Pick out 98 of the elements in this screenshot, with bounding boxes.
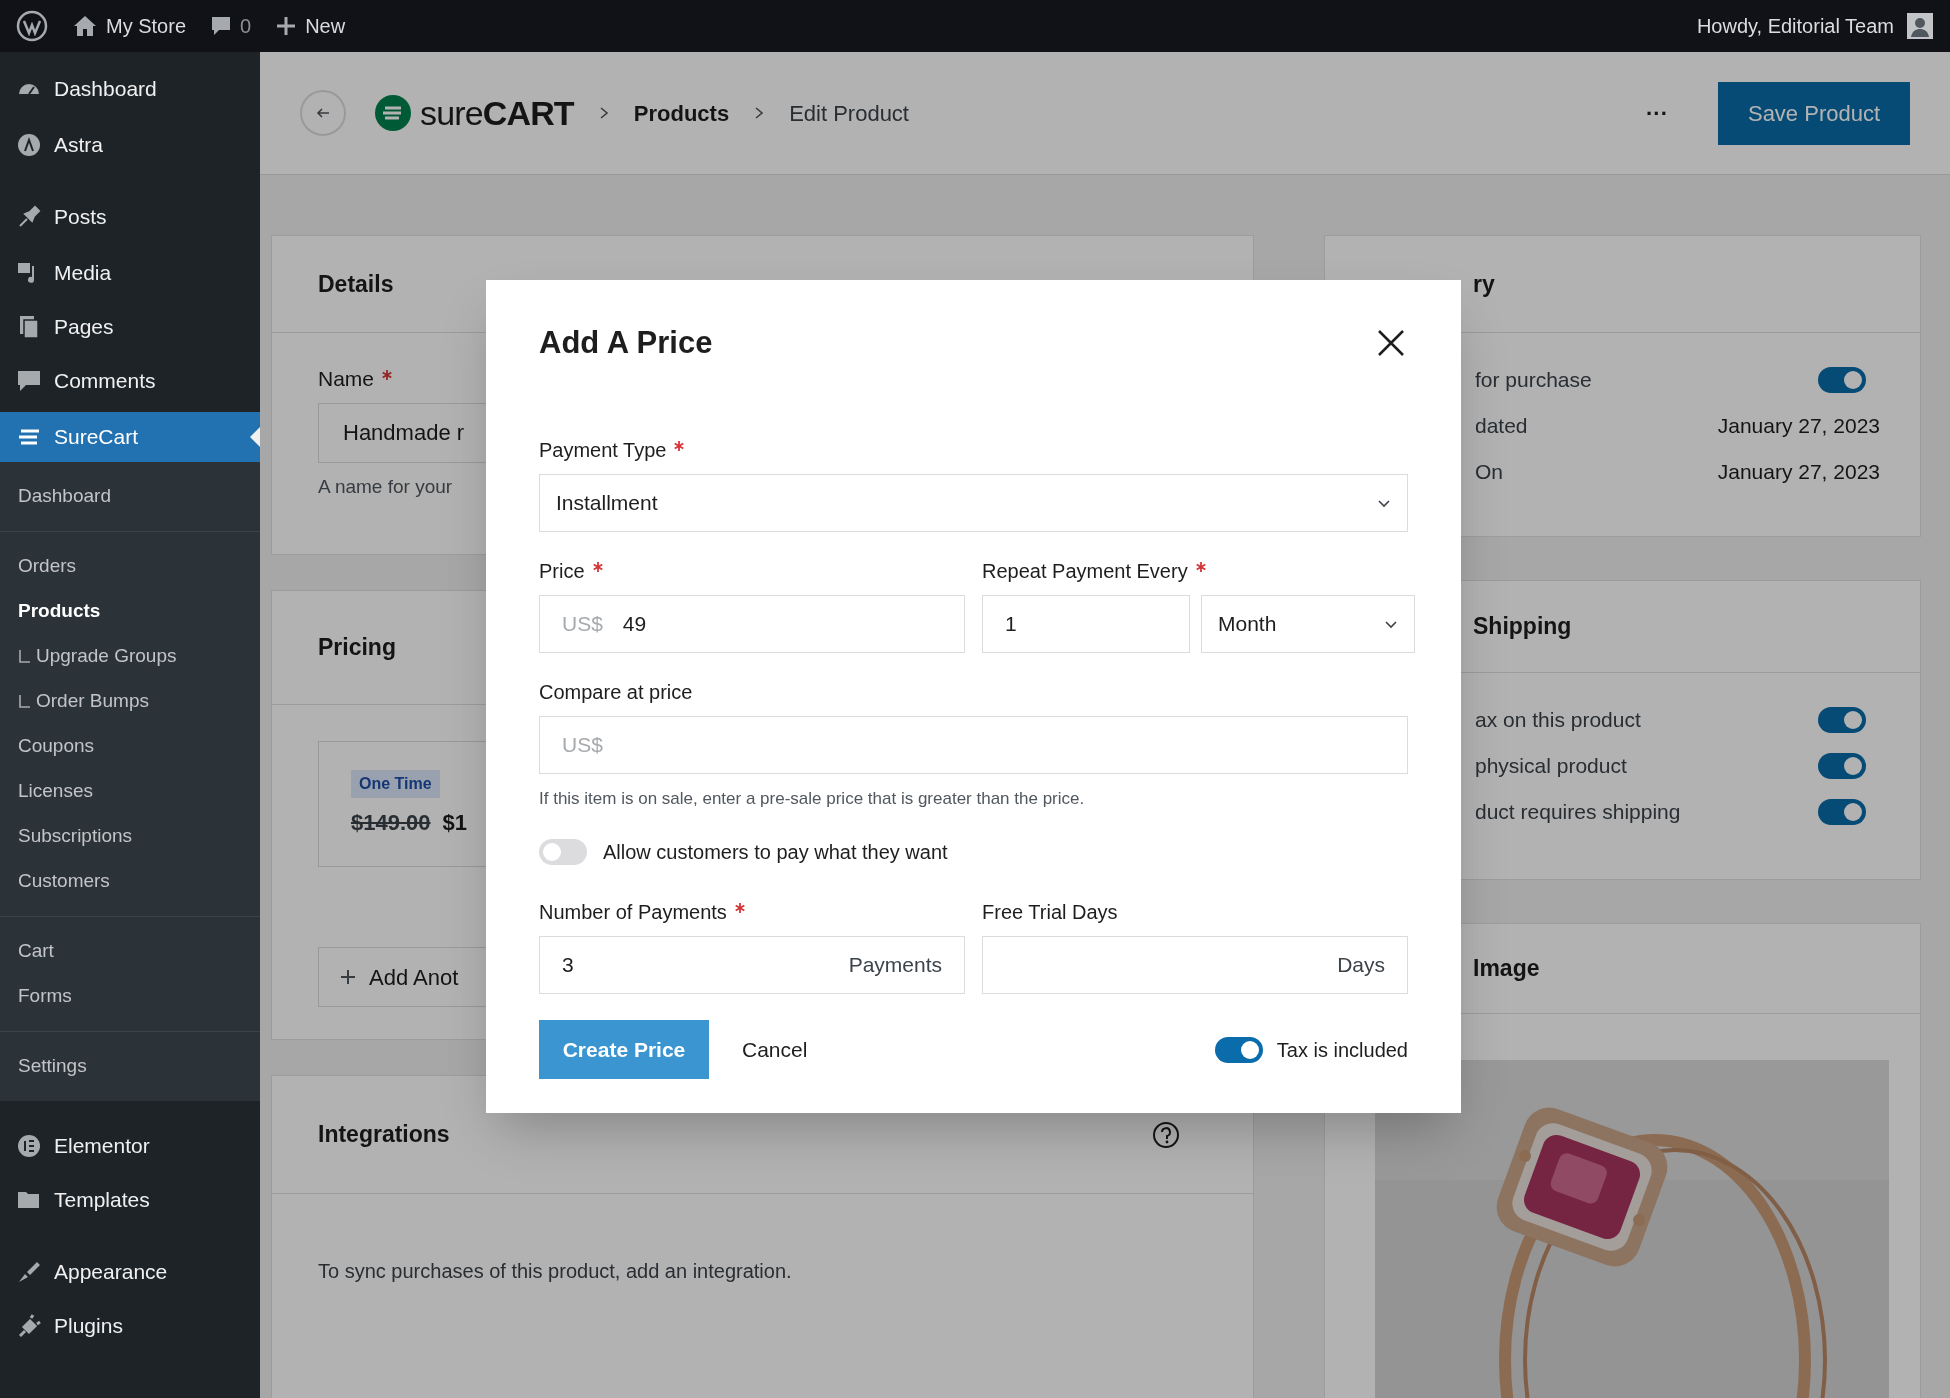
submenu-item[interactable]: Subscriptions <box>0 814 260 859</box>
help-text: If this item is on sale, enter a pre-sale price that is greater than the price. <box>539 787 1086 810</box>
circle-logo-icon <box>16 132 42 158</box>
breadcrumb-link[interactable]: Products <box>633 96 730 130</box>
cancel-button[interactable]: Cancel <box>742 1033 808 1066</box>
sidebar-item[interactable]: Astra <box>0 120 260 170</box>
card-title: Shipping <box>1473 612 1572 642</box>
interval-field[interactable]: 1 <box>982 594 1190 653</box>
help-text: A name for your <box>318 474 454 499</box>
submenu-item[interactable]: Coupons <box>0 724 260 769</box>
toggle-switch[interactable] <box>1214 1036 1263 1063</box>
price-field[interactable]: US$ 49 <box>539 594 965 653</box>
field-label: Repeat Payment Every <box>982 558 1188 584</box>
brush-icon <box>16 1259 42 1285</box>
save-button[interactable]: Save Product <box>1718 81 1910 145</box>
sidebar-item[interactable]: Plugins <box>0 1301 260 1351</box>
sidebar-item[interactable]: Posts <box>0 192 260 242</box>
field-label: Compare at price <box>539 679 693 705</box>
card-title: Integrations <box>318 1120 450 1150</box>
toggle-switch[interactable] <box>539 839 587 865</box>
interval-unit-select[interactable]: Month <box>1201 594 1415 653</box>
submenu-item[interactable]: Dashboard <box>0 474 260 519</box>
comment-icon <box>16 368 42 394</box>
dialog-title: Add A Price <box>539 324 713 362</box>
letter-circle-icon <box>16 1133 42 1159</box>
field-label: Name <box>318 366 375 392</box>
field-value: 49 <box>622 610 647 637</box>
submenu-item[interactable]: Licenses <box>0 769 260 814</box>
row-label: On <box>1475 459 1503 486</box>
toggle-switch[interactable] <box>1818 367 1866 393</box>
original-price: $149.00 <box>351 808 431 837</box>
submenu-item[interactable]: Cart <box>0 929 260 974</box>
integration-text: To sync purchases of this product, add an integration. <box>318 1259 793 1284</box>
sidebar-item[interactable]: Elementor <box>0 1121 260 1171</box>
plus-icon <box>339 968 357 986</box>
submenu-item[interactable]: Customers <box>0 859 260 904</box>
sidebar-item[interactable]: Appearance <box>0 1247 260 1297</box>
submenu-item[interactable]: Products <box>0 589 260 634</box>
submenu-item[interactable]: Settings <box>0 1044 260 1089</box>
field-label: Number of Payments <box>539 900 727 925</box>
sidebar-item[interactable]: Dashboard <box>0 64 260 114</box>
sidebar-item[interactable]: SureCart <box>0 412 260 462</box>
breadcrumb-link[interactable]: Edit Product <box>789 96 909 130</box>
new-link[interactable]: New <box>305 11 346 41</box>
card-title: Pricing <box>318 633 396 663</box>
avatar-icon <box>1906 12 1934 40</box>
sidebar-item[interactable]: Templates <box>0 1175 260 1225</box>
card-title: Details <box>318 269 394 299</box>
greeting-text[interactable]: Howdy, Editorial Team <box>1696 11 1894 41</box>
row-value: January 27, 2023 <box>1717 459 1880 486</box>
submenu-item[interactable]: Order Bumps <box>0 679 260 724</box>
card-title: Image <box>1473 954 1540 984</box>
submenu-item[interactable]: Upgrade Groups <box>0 634 260 679</box>
chevron-right-icon <box>753 106 766 120</box>
corner-icon <box>18 693 32 710</box>
field-value: 3 <box>562 952 574 979</box>
sidebar-item[interactable]: Media <box>0 248 260 298</box>
field-suffix: Days <box>1337 952 1385 979</box>
submenu-item[interactable]: Forms <box>0 974 260 1019</box>
payments-field[interactable]: 3 Payments <box>539 936 965 994</box>
site-name[interactable]: My Store <box>106 11 187 41</box>
submenu-item[interactable]: Orders <box>0 544 260 589</box>
field-label: Price <box>539 558 585 584</box>
price-text: $1 <box>442 808 467 837</box>
toggle-switch[interactable] <box>1818 799 1866 825</box>
close-icon <box>1377 329 1405 358</box>
trial-days-field[interactable]: Days <box>982 936 1408 994</box>
row-value: January 27, 2023 <box>1717 413 1880 440</box>
plus-icon <box>275 15 298 37</box>
brand-name: sureCART <box>420 92 574 134</box>
card-title: ry <box>1473 269 1495 299</box>
row-label: physical product <box>1475 753 1627 780</box>
type-badge: One Time <box>351 769 440 798</box>
row-label: duct requires shipping <box>1475 799 1681 826</box>
corner-icon <box>18 648 32 665</box>
comment-icon <box>210 15 233 37</box>
toggle-label: Allow customers to pay what they want <box>603 840 948 865</box>
row-label: dated <box>1475 413 1528 440</box>
sidebar-item[interactable]: Pages <box>0 302 260 352</box>
sidebar-item[interactable]: Comments <box>0 356 260 406</box>
toggle-switch[interactable] <box>1818 707 1866 733</box>
toggle-label: Tax is included <box>1276 1037 1408 1063</box>
row-label: for purchase <box>1475 367 1592 394</box>
field-label: Payment Type <box>539 437 667 463</box>
comment-count[interactable]: 0 <box>240 11 252 41</box>
more-button[interactable]: ··· <box>1646 96 1668 130</box>
currency-prefix: US$ <box>562 731 603 758</box>
field-label: Free Trial Days <box>982 900 1118 925</box>
row-label: ax on this product <box>1475 707 1641 734</box>
plug-icon <box>16 1313 42 1339</box>
payment-type-select[interactable]: Installment <box>539 473 1408 532</box>
toggle-switch[interactable] <box>1818 753 1866 779</box>
wordpress-logo-icon <box>16 10 48 42</box>
home-icon <box>72 14 98 38</box>
field-suffix: Payments <box>848 952 942 979</box>
currency-prefix: US$ <box>562 610 603 637</box>
brand-logo-icon <box>374 94 412 132</box>
help-icon <box>1151 1119 1181 1150</box>
